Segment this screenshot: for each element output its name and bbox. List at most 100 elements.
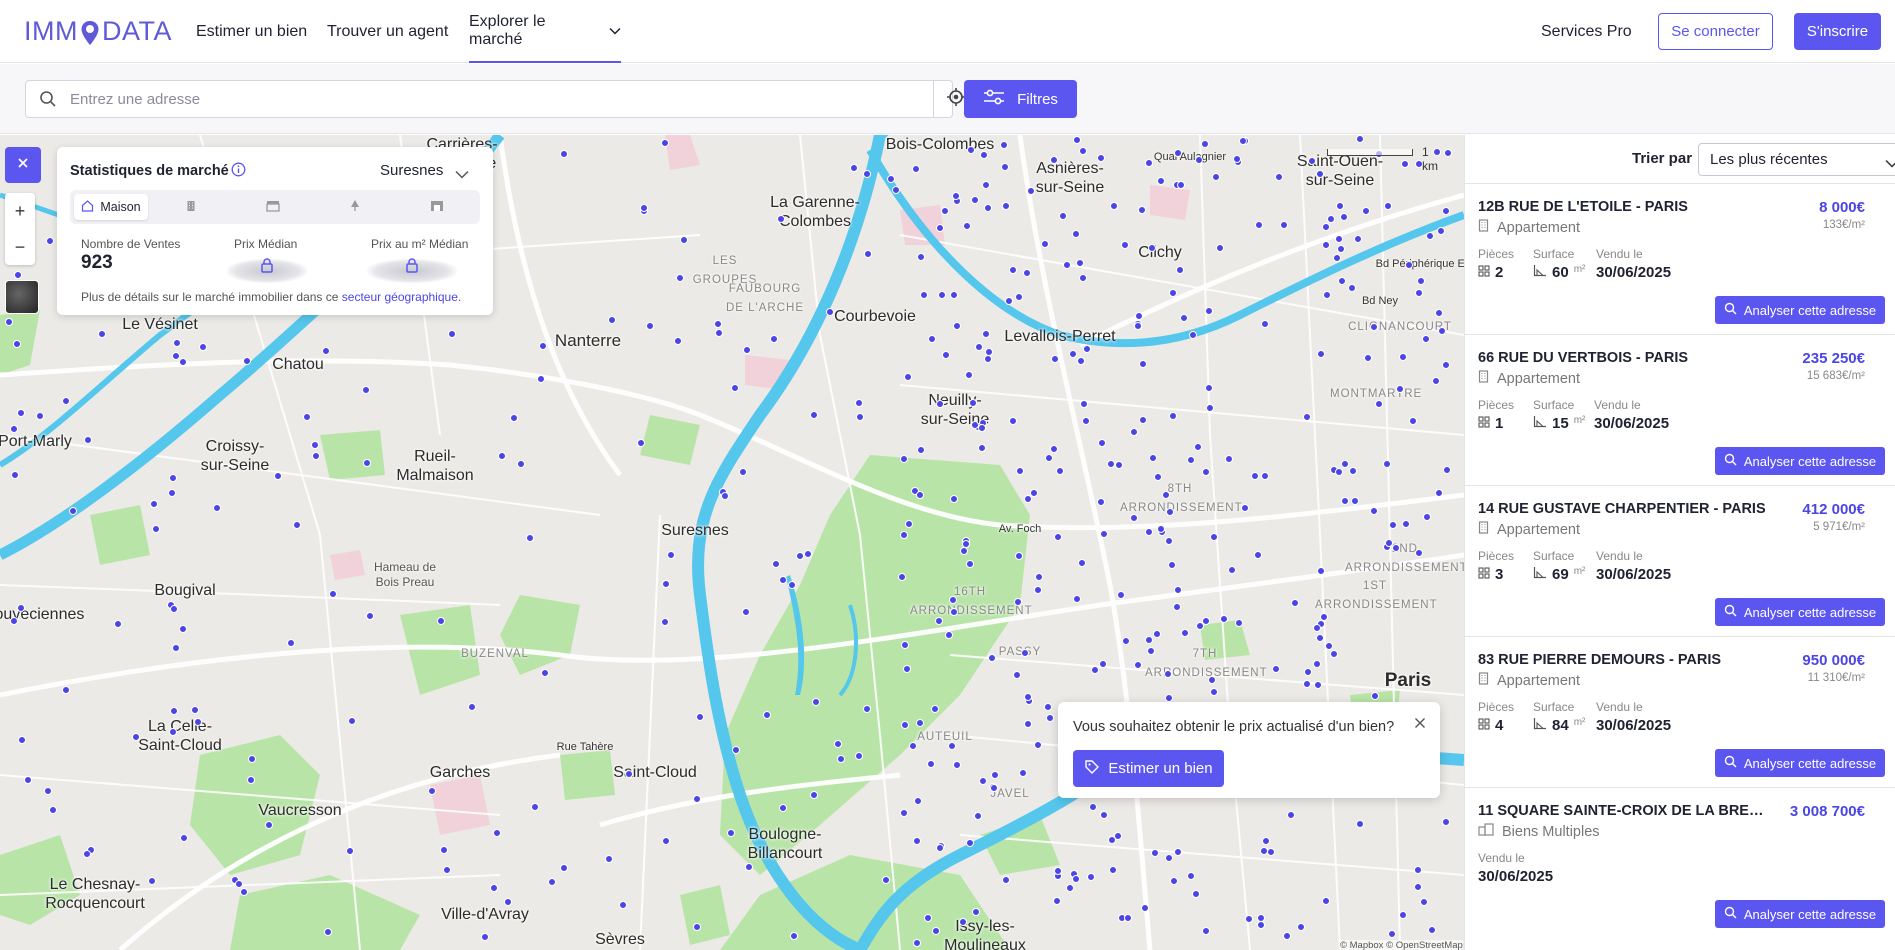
sale-dot[interactable] bbox=[1068, 349, 1077, 358]
logo[interactable]: IMM DATA bbox=[24, 13, 172, 49]
zoom-in-button[interactable]: + bbox=[5, 193, 35, 229]
sale-dot[interactable] bbox=[1347, 283, 1356, 292]
sale-dot[interactable] bbox=[541, 668, 550, 677]
sale-dot[interactable] bbox=[1303, 667, 1312, 676]
sale-dot[interactable] bbox=[961, 540, 970, 548]
sale-dot[interactable] bbox=[167, 489, 176, 498]
analyze-address-button[interactable]: Analyser cette adresse bbox=[1715, 447, 1885, 475]
sale-dot[interactable] bbox=[1332, 254, 1341, 263]
sale-dot[interactable] bbox=[1205, 383, 1214, 392]
tab-garage[interactable] bbox=[398, 194, 476, 220]
sale-dot[interactable] bbox=[1082, 345, 1091, 354]
sale-dot[interactable] bbox=[854, 751, 863, 760]
sale-dot[interactable] bbox=[1129, 513, 1138, 522]
sale-dot[interactable] bbox=[1202, 467, 1211, 476]
sale-dot[interactable] bbox=[1340, 497, 1349, 506]
sale-dot[interactable] bbox=[1200, 139, 1209, 148]
sale-dot[interactable] bbox=[1165, 507, 1174, 516]
sale-dot[interactable] bbox=[912, 938, 921, 947]
sale-dot[interactable] bbox=[1232, 154, 1241, 163]
sale-dot[interactable] bbox=[1355, 819, 1364, 828]
sale-dot[interactable] bbox=[436, 616, 445, 625]
sale-dot[interactable] bbox=[11, 470, 20, 479]
sale-dot[interactable] bbox=[947, 742, 956, 751]
sale-dot[interactable] bbox=[498, 451, 507, 460]
map-canvas[interactable]: Carrières-sur-Seine Bois-Colombes Asnièr… bbox=[0, 135, 1464, 950]
sale-dot[interactable] bbox=[362, 385, 370, 394]
sale-dot[interactable] bbox=[968, 398, 977, 407]
sale-dot[interactable] bbox=[675, 273, 684, 282]
sale-dot[interactable] bbox=[1282, 931, 1291, 940]
sale-dot[interactable] bbox=[934, 616, 943, 625]
sale-dot[interactable] bbox=[1137, 206, 1146, 215]
sale-dot[interactable] bbox=[1421, 334, 1430, 343]
sale-dot[interactable] bbox=[862, 169, 871, 178]
sale-dot[interactable] bbox=[987, 653, 996, 662]
sale-dot[interactable] bbox=[1399, 910, 1408, 919]
nav-estimer[interactable]: Estimer un bien bbox=[196, 0, 307, 63]
sale-dot[interactable] bbox=[1146, 647, 1155, 656]
sale-dot[interactable] bbox=[1216, 243, 1225, 252]
sale-dot[interactable] bbox=[1383, 201, 1392, 210]
sale-dot[interactable] bbox=[1350, 496, 1359, 505]
sale-dot[interactable] bbox=[1145, 158, 1154, 167]
sale-dot[interactable] bbox=[239, 887, 248, 896]
sale-dot[interactable] bbox=[1108, 865, 1117, 874]
sale-dot[interactable] bbox=[1212, 172, 1221, 181]
sale-dot[interactable] bbox=[1004, 297, 1013, 306]
sale-dot[interactable] bbox=[1019, 768, 1028, 777]
sale-dot[interactable] bbox=[1416, 276, 1425, 285]
sale-dot[interactable] bbox=[247, 754, 256, 763]
sale-dot[interactable] bbox=[1443, 148, 1452, 157]
sale-dot[interactable] bbox=[952, 760, 961, 769]
sale-dot[interactable] bbox=[1015, 466, 1024, 475]
sale-dot[interactable] bbox=[1314, 680, 1323, 689]
sale-dot[interactable] bbox=[1414, 288, 1423, 297]
sale-dot[interactable] bbox=[178, 625, 187, 634]
geo-sector-link[interactable]: secteur géographique. bbox=[342, 290, 461, 304]
sale-dot[interactable] bbox=[4, 318, 13, 327]
sale-dot[interactable] bbox=[1234, 618, 1243, 627]
sale-dot[interactable] bbox=[1192, 889, 1201, 898]
sale-dot[interactable] bbox=[660, 138, 669, 147]
sale-address[interactable]: 83 RUE PIERRE DEMOURS - PARIS bbox=[1478, 652, 1721, 668]
sale-dot[interactable] bbox=[732, 745, 741, 754]
sale-dot[interactable] bbox=[1033, 741, 1042, 750]
sale-dot[interactable] bbox=[903, 372, 912, 381]
sale-dot[interactable] bbox=[904, 519, 913, 528]
sale-dot[interactable] bbox=[1303, 679, 1312, 688]
sale-dot[interactable] bbox=[1336, 244, 1345, 253]
signup-button[interactable]: S'inscrire bbox=[1794, 13, 1881, 50]
sale-dot[interactable] bbox=[1274, 173, 1283, 182]
sale-dot[interactable] bbox=[1063, 260, 1072, 269]
sale-dot[interactable] bbox=[1026, 186, 1035, 195]
sale-dot[interactable] bbox=[1340, 459, 1349, 468]
sale-dot[interactable] bbox=[1157, 524, 1166, 533]
sale-dot[interactable] bbox=[16, 604, 25, 613]
sale-dot[interactable] bbox=[661, 580, 670, 589]
sale-dot[interactable] bbox=[900, 455, 908, 464]
sale-dot[interactable] bbox=[935, 399, 944, 408]
sale-dot[interactable] bbox=[191, 705, 200, 714]
sale-dot[interactable] bbox=[489, 883, 498, 892]
sale-dot[interactable] bbox=[948, 595, 957, 604]
sale-dot[interactable] bbox=[1371, 691, 1380, 700]
satellite-toggle[interactable] bbox=[5, 280, 39, 314]
nav-explorer-marche[interactable]: Explorer le marché bbox=[469, 0, 621, 63]
sale-dot[interactable] bbox=[1144, 527, 1153, 536]
sale-dot[interactable] bbox=[1096, 498, 1105, 507]
sale-dot[interactable] bbox=[242, 356, 251, 365]
tab-appartement[interactable] bbox=[152, 194, 230, 220]
sale-card[interactable]: 11 SQUARE SAINTE-CROIX DE LA BRETO... Bie… bbox=[1465, 787, 1895, 938]
sale-dot[interactable] bbox=[82, 850, 91, 859]
sale-dot[interactable] bbox=[680, 235, 689, 244]
sale-dot[interactable] bbox=[1206, 403, 1215, 412]
sale-dot[interactable] bbox=[1339, 212, 1348, 221]
sale-dot[interactable] bbox=[978, 776, 987, 785]
sale-dot[interactable] bbox=[730, 383, 739, 392]
map-attribution[interactable]: © Mapbox © OpenStreetMap bbox=[1340, 940, 1463, 950]
sale-dot[interactable] bbox=[1321, 241, 1330, 250]
sale-dot[interactable] bbox=[1425, 232, 1434, 241]
sale-dot[interactable] bbox=[170, 706, 178, 715]
sale-dot[interactable] bbox=[1156, 176, 1165, 185]
